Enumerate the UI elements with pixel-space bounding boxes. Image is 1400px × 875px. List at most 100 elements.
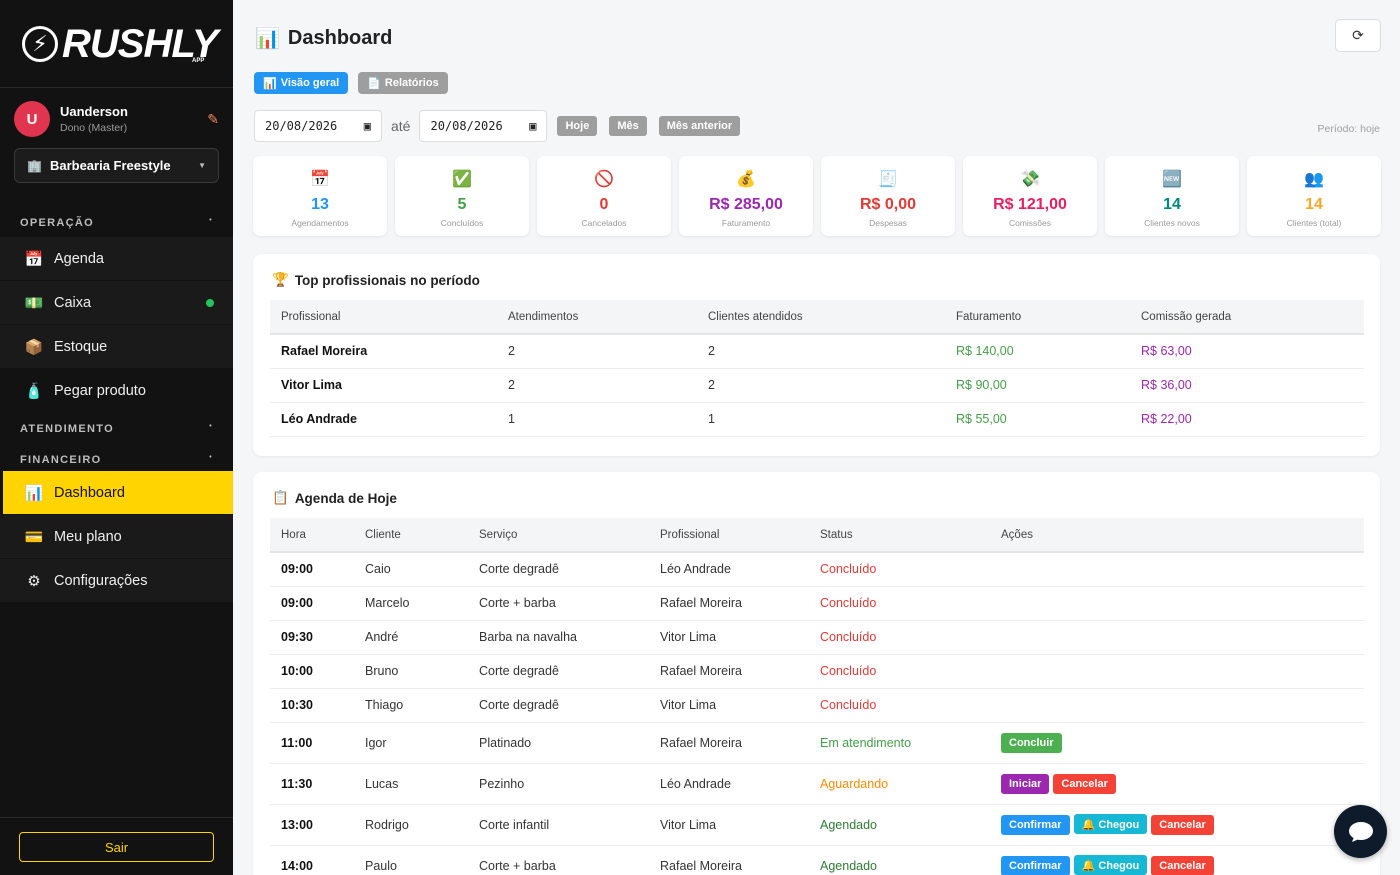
stat-label: Despesas: [869, 218, 907, 228]
sidebar-item-dashboard[interactable]: 📊 Dashboard: [3, 471, 233, 515]
document-icon: 📄: [367, 77, 381, 90]
logout-button[interactable]: Sair: [19, 832, 214, 862]
professional-cell: Vitor Lima: [649, 620, 809, 655]
time-cell: 11:00: [270, 722, 354, 764]
stat-label: Cancelados: [581, 218, 627, 228]
chat-button[interactable]: [1334, 805, 1387, 858]
action-button[interactable]: 🔔 Chegou: [1073, 855, 1148, 875]
sidebar: ⚡ RUSHLY APP U Uanderson Dono (Master) ✎…: [0, 0, 233, 875]
sidebar-item-pegar-produto[interactable]: 🧴 Pegar produto: [0, 369, 233, 413]
tab-label: Visão geral: [280, 77, 340, 89]
table-cell: Léo Andrade: [270, 402, 497, 437]
action-button[interactable]: Confirmar: [1001, 855, 1070, 875]
actions-cell: [990, 586, 1364, 621]
actions-cell: Confirmar 🔔 Chegou Cancelar: [990, 804, 1364, 846]
table-cell: 2: [497, 368, 697, 403]
action-button[interactable]: Confirmar: [1001, 814, 1070, 835]
table-row: 14:00 Paulo Corte + barba Rafael Moreira Age…: [270, 845, 1364, 875]
service-cell: Barba na navalha: [468, 620, 649, 655]
client-cell: Rodrigo: [354, 804, 468, 846]
action-button[interactable]: Cancelar: [1151, 855, 1214, 875]
service-cell: Pezinho: [468, 763, 649, 805]
time-cell: 09:00: [270, 552, 354, 587]
brand-sub: APP: [192, 58, 205, 64]
shop-selector[interactable]: 🏢 Barbearia Freestyle ▼: [14, 148, 219, 183]
sidebar-item-configuracoes[interactable]: ⚙ Configurações: [0, 559, 233, 603]
gear-icon: ⚙: [27, 572, 41, 590]
tab-visao-geral[interactable]: 📊 Visão geral: [254, 72, 349, 94]
section-financeiro[interactable]: FINANCEIRO •: [0, 454, 233, 466]
card-title: 📋 Agenda de Hoje: [253, 472, 1380, 506]
date-to-input[interactable]: 20/08/2026 ▣: [419, 110, 548, 142]
table-row: 11:00 Igor Platinado Rafael Moreira Em atend…: [270, 722, 1364, 764]
table-row: 09:00 Marcelo Corte + barba Rafael Moreira C…: [270, 586, 1364, 621]
table-cell: R$ 22,00: [1130, 402, 1364, 437]
stat-card: ✅ 5 Concluídos: [395, 156, 529, 236]
action-button[interactable]: Cancelar: [1053, 773, 1116, 794]
actions-cell: Confirmar 🔔 Chegou Cancelar: [990, 845, 1364, 875]
sidebar-item-label: Meu plano: [54, 528, 122, 545]
filter-hoje-button[interactable]: Hoje: [557, 116, 598, 136]
avatar[interactable]: U: [14, 101, 50, 137]
stat-value: 14: [1163, 196, 1181, 213]
card-title-text: Top profissionais no período: [294, 272, 480, 288]
card-title: 🏆 Top profissionais no período: [253, 254, 1380, 288]
sidebar-item-meu-plano[interactable]: 💳 Meu plano: [0, 515, 233, 559]
calendar-icon[interactable]: ▣: [364, 119, 371, 133]
sidebar-item-estoque[interactable]: 📦 Estoque: [0, 325, 233, 369]
action-button[interactable]: Iniciar: [1001, 773, 1050, 794]
pencil-icon[interactable]: ✎: [207, 111, 219, 128]
stat-label: Comissões: [1008, 218, 1052, 228]
status-cell: Concluído: [809, 654, 990, 689]
stat-icon: ✅: [452, 171, 472, 188]
client-cell: Marcelo: [354, 586, 468, 621]
agenda-card: 📋 Agenda de Hoje Hora Cliente Serviço Profi…: [253, 472, 1380, 875]
filter-mes-anterior-button[interactable]: Mês anterior: [658, 116, 741, 136]
table-row: 10:00 Bruno Corte degradê Rafael Moreira Con…: [270, 654, 1364, 689]
time-cell: 13:00: [270, 804, 354, 846]
client-cell: Bruno: [354, 654, 468, 689]
refresh-button[interactable]: ⟳: [1335, 19, 1381, 52]
status-cell: Aguardando: [809, 763, 990, 805]
stat-label: Clientes novos: [1144, 218, 1200, 228]
bottle-icon: 🧴: [24, 382, 44, 400]
action-button[interactable]: 🔔 Chegou: [1073, 814, 1148, 835]
time-cell: 10:30: [270, 688, 354, 723]
client-cell: André: [354, 620, 468, 655]
stat-value: 13: [311, 196, 329, 213]
brand-logo[interactable]: ⚡ RUSHLY APP: [0, 0, 233, 88]
agenda-table: Hora Cliente Serviço Profissional Status Açõe…: [270, 518, 1364, 875]
section-operacao[interactable]: OPERAÇÃO •: [0, 217, 233, 229]
actions-cell: Concluir: [990, 722, 1364, 764]
calendar-icon[interactable]: ▣: [529, 119, 536, 133]
bar-chart-icon: 📊: [263, 77, 277, 90]
section-atendimento-label: ATENDIMENTO: [20, 423, 114, 435]
action-button[interactable]: Concluir: [1001, 732, 1062, 753]
column-header: Clientes atendidos: [697, 300, 945, 335]
action-button[interactable]: Cancelar: [1151, 814, 1214, 835]
client-cell: Lucas: [354, 763, 468, 805]
table-row: 09:00 Caio Corte degradê Léo Andrade Concluí…: [270, 552, 1364, 587]
tab-relatorios[interactable]: 📄 Relatórios: [358, 72, 448, 94]
sidebar-item-agenda[interactable]: 📅 Agenda: [0, 237, 233, 281]
table-cell: 2: [697, 368, 945, 403]
professional-cell: Rafael Moreira: [649, 722, 809, 764]
page-title-text: Dashboard: [287, 27, 393, 49]
sidebar-item-caixa[interactable]: 💵 Caixa: [0, 281, 233, 325]
service-cell: Platinado: [468, 722, 649, 764]
top-professionals-table: Profissional Atendimentos Clientes atendid…: [270, 300, 1364, 437]
date-from-input[interactable]: 20/08/2026 ▣: [254, 110, 382, 142]
filter-mes-button[interactable]: Mês: [609, 116, 647, 136]
stat-icon: 💸: [1020, 171, 1040, 188]
professional-cell: Vitor Lima: [649, 688, 809, 723]
online-status-dot: [206, 298, 214, 307]
client-cell: Caio: [354, 552, 468, 587]
time-cell: 09:30: [270, 620, 354, 655]
table-cell: R$ 140,00: [945, 334, 1130, 369]
column-header: Status: [809, 518, 990, 553]
section-atendimento[interactable]: ATENDIMENTO •: [0, 423, 233, 435]
stat-card: 👥 14 Clientes (total): [1247, 156, 1381, 236]
user-role: Dono (Master): [60, 122, 128, 134]
sidebar-item-label: Estoque: [54, 338, 108, 355]
column-header: Faturamento: [945, 300, 1130, 335]
